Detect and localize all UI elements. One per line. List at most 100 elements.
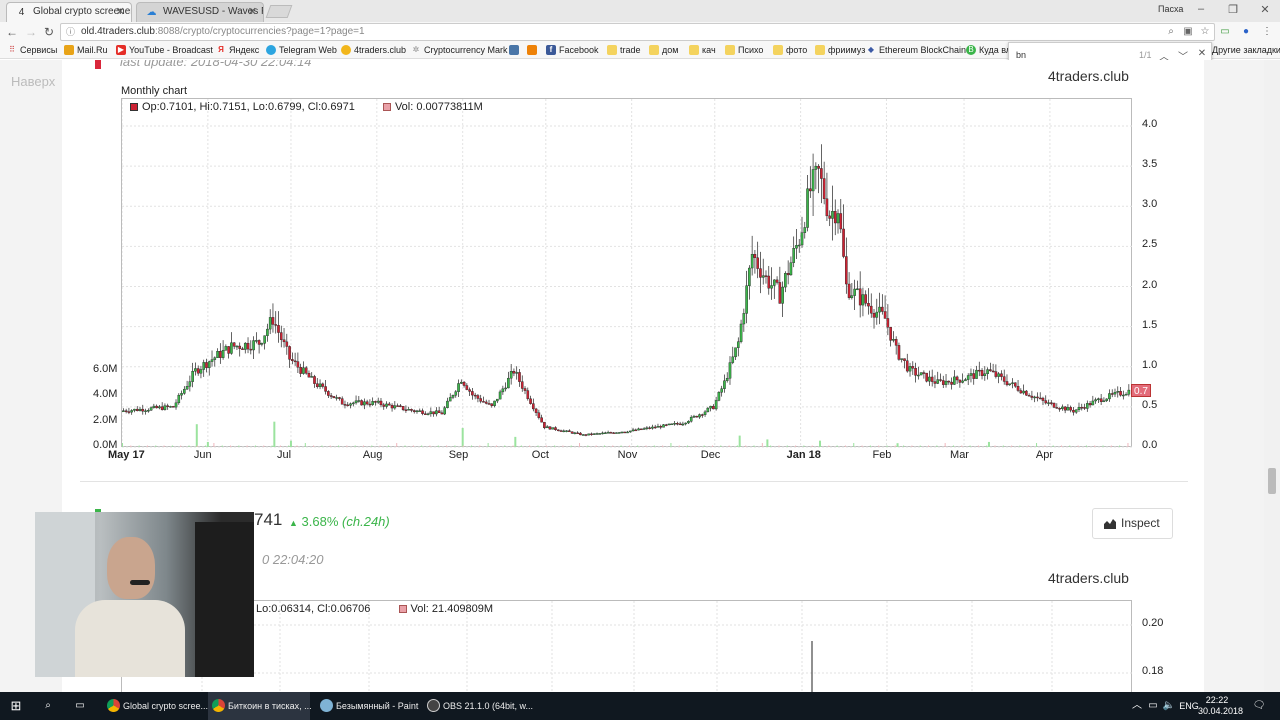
url-path: :8088/crypto/cryptocurrencies?page=1?pag… [154, 26, 365, 37]
candle-up [177, 394, 181, 404]
tab-wavesusd[interactable]: ☁ WAVESUSD - Waves Pric ✕ [136, 2, 264, 22]
bookmark-telegram[interactable]: Telegram Web [266, 44, 337, 57]
price-tick-label: 0.0 [1142, 439, 1158, 451]
minimize-icon[interactable]: – [1193, 3, 1209, 15]
candle-up [310, 376, 314, 378]
close-tab-icon[interactable]: ✕ [248, 3, 257, 21]
candle-down [786, 273, 790, 276]
back-icon[interactable]: ← [4, 24, 20, 40]
task-view-icon[interactable]: ▭ [68, 692, 92, 720]
volume-bar [279, 445, 281, 447]
price-chart[interactable]: Op:0.7101, Hi:0.7151, Lo:0.6799, Cl:0.69… [121, 98, 1133, 448]
volume-bar [745, 445, 747, 447]
volume-bar [437, 445, 439, 447]
bookmark-folder-trade[interactable]: trade [607, 44, 641, 57]
volume-bar [753, 445, 755, 447]
vpn-icon[interactable]: ● [1239, 25, 1253, 39]
candle-up [681, 423, 685, 426]
candle-up [1047, 402, 1050, 404]
bookmark-folder-photo[interactable]: фото [773, 44, 807, 57]
bookmark-folder-dom[interactable]: дом [649, 44, 678, 57]
candle-up [703, 411, 707, 415]
candle-up [266, 328, 269, 336]
candle-down [401, 406, 405, 410]
scrollbar-thumb[interactable] [1268, 468, 1276, 494]
candle-down [676, 423, 679, 425]
volume-bar [1127, 443, 1129, 447]
candle-up [975, 369, 978, 379]
candle-up [149, 407, 153, 411]
search-icon[interactable]: ⌕ [1164, 24, 1178, 40]
candle-up [651, 426, 654, 429]
info-icon[interactable]: ⓘ [66, 24, 75, 40]
network-icon[interactable]: ▭ [1146, 692, 1160, 720]
volume-icon[interactable]: 🔈 [1162, 692, 1176, 720]
bookmark-ethereum[interactable]: ◆ Ethereum BlockChain [866, 44, 966, 57]
candle-down [883, 311, 887, 319]
candle-down [867, 303, 870, 307]
second-chart[interactable]: Lo:0.06314, Cl:0.06706 Vol: 21.409809M [121, 600, 1133, 692]
back-to-top-link[interactable]: Наверх [11, 74, 55, 89]
bookmark-folder-frimuz[interactable]: фриимуз [815, 44, 865, 57]
candle-up [130, 410, 133, 413]
candle-up [728, 362, 732, 379]
close-window-icon[interactable]: ✕ [1257, 3, 1273, 16]
volume-bar [1052, 445, 1054, 447]
close-tab-icon[interactable]: ✕ [116, 3, 125, 21]
other-bookmarks[interactable]: Другие закладки [1212, 44, 1280, 57]
candle-down [387, 403, 391, 406]
profile-name[interactable]: Пасха [1158, 4, 1183, 14]
tab-global-crypto-screener[interactable]: 4 Global crypto screener | ✕ [6, 2, 132, 22]
candle-down [526, 390, 530, 399]
bookmark-youtube[interactable]: ▶ YouTube - Broadcast [116, 44, 213, 57]
candle-down [540, 417, 543, 423]
restore-icon[interactable]: ❐ [1225, 3, 1241, 16]
notifications-icon[interactable]: 🗨 [1250, 692, 1268, 720]
volume-bar [766, 439, 769, 447]
last-price-badge: 0.7 [1131, 384, 1151, 398]
extension-icon[interactable]: ▭ [1218, 25, 1232, 39]
candle-down [634, 429, 638, 432]
bookmark-star-icon[interactable]: ☆ [1198, 24, 1212, 40]
page-scrollbar[interactable] [1264, 60, 1280, 692]
find-close-icon[interactable]: ✕ [1195, 48, 1209, 59]
forward-icon[interactable]: → [23, 24, 39, 40]
volume-bar [728, 445, 730, 447]
volume-bar [1094, 445, 1096, 447]
inspect-button[interactable]: Inspect [1092, 508, 1173, 539]
x-tick-label: Jun [193, 449, 212, 461]
bookmark-4traders[interactable]: 4traders.club [341, 44, 406, 57]
volume-bar [1085, 445, 1087, 447]
candle-down [432, 411, 435, 415]
candle-up [723, 380, 726, 389]
bookmark-folder-kach[interactable]: кач [689, 44, 716, 57]
taskbar-item-paint[interactable]: Безымянный - Paint [316, 692, 418, 720]
candle-up [792, 248, 795, 263]
candle-down [338, 397, 341, 399]
bookmark-folder-psycho[interactable]: Психо [725, 44, 763, 57]
windows-start-icon[interactable]: ⊞ [4, 692, 28, 720]
clock[interactable]: 22:22 30.04.2018 [1198, 695, 1243, 717]
bookmark-facebook[interactable]: f Facebook [546, 44, 599, 57]
taskbar-item-chrome-1[interactable]: Global crypto scree... [103, 692, 208, 720]
find-input[interactable]: bn [1016, 50, 1026, 60]
taskbar-item-obs[interactable]: OBS 21.1.0 (64bit, w... [423, 692, 533, 720]
page-action-icon[interactable]: ▣ [1181, 24, 1195, 40]
taskbar-search-icon[interactable]: ⌕ [36, 692, 60, 720]
bookmark-mailru[interactable]: Mail.Ru [64, 44, 108, 57]
menu-icon[interactable]: ⋮ [1260, 25, 1274, 39]
tray-chevron-icon[interactable]: ︿ [1130, 692, 1144, 720]
bookmark-yandex[interactable]: Я Яндекс [216, 44, 259, 57]
bookmark-cryptocurrency[interactable]: ✲ Cryptocurrency Mark [411, 44, 508, 57]
candle-down [246, 342, 250, 350]
candle-up [515, 372, 519, 374]
volume-tick-label: 4.0M [93, 388, 118, 401]
address-bar[interactable]: ⓘ old.4traders.club:8088/crypto/cryptocu… [60, 23, 1215, 41]
candle-down [925, 372, 928, 382]
new-tab-button[interactable] [265, 5, 293, 18]
candle-up [861, 294, 865, 306]
reload-icon[interactable]: ↻ [41, 24, 57, 40]
language-indicator[interactable]: ENG [1178, 692, 1200, 720]
taskbar-item-chrome-2[interactable]: Биткоин в тисках, ... [208, 692, 312, 720]
bookmark-apps[interactable]: ⠿ Сервисы [7, 44, 57, 57]
